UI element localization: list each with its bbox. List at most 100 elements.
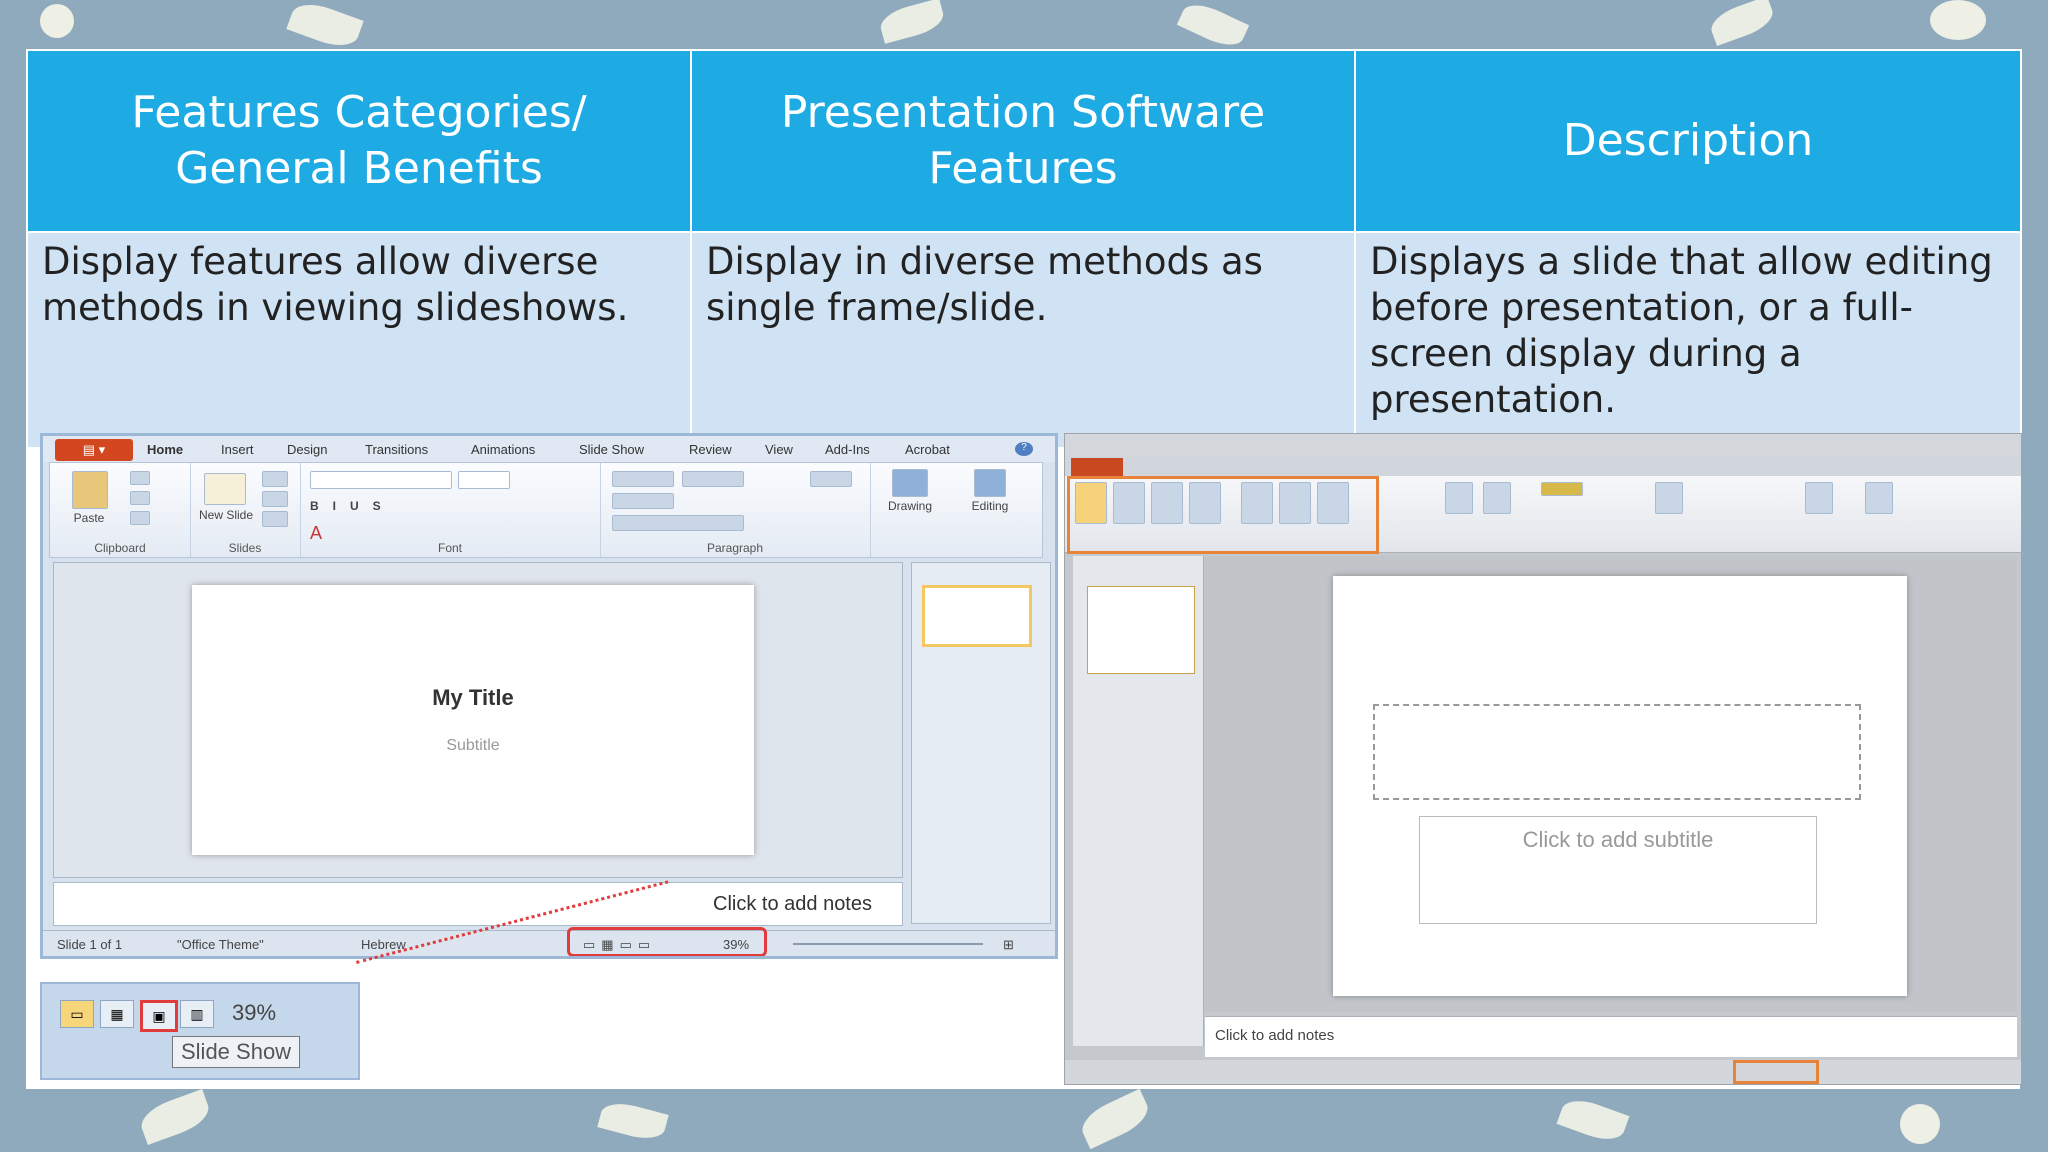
tab-add-ins[interactable]: Add-Ins bbox=[825, 442, 870, 457]
editing-button[interactable]: Editing bbox=[950, 499, 1030, 513]
header-features-categories: Features Categories/ General Benefits bbox=[26, 49, 692, 233]
zoom-level-inset: 39% bbox=[232, 1000, 277, 1025]
ribbon-tab-bar bbox=[1065, 456, 2021, 476]
paragraph-group-label: Paragraph bbox=[706, 541, 764, 555]
copy-icon[interactable] bbox=[130, 491, 150, 505]
table-row: Display features allow diverse methods i… bbox=[26, 231, 2022, 449]
header-software-features: Presentation Software Features bbox=[690, 49, 1356, 233]
paragraph-group: Paragraph bbox=[600, 463, 871, 557]
bullets-icon[interactable] bbox=[612, 471, 674, 487]
drawing-group: Drawing bbox=[870, 463, 950, 557]
numbering-icon[interactable] bbox=[682, 471, 744, 487]
normal-view-icon[interactable]: ▭ bbox=[60, 1000, 94, 1028]
align-icon[interactable] bbox=[612, 515, 744, 531]
slide-canvas[interactable]: My Title Subtitle bbox=[192, 585, 754, 855]
section-icon[interactable] bbox=[262, 511, 288, 527]
slide-editing-area[interactable]: Click to add subtitle bbox=[1205, 556, 2017, 1012]
notes-pane[interactable]: Click to add notes bbox=[53, 882, 903, 926]
background-leaf bbox=[136, 1089, 214, 1145]
tab-slide-show[interactable]: Slide Show bbox=[579, 442, 644, 457]
font-format-buttons[interactable]: BIUS bbox=[310, 499, 510, 513]
header-description: Description bbox=[1354, 49, 2022, 233]
drawing-icon bbox=[892, 469, 928, 497]
font-name-field[interactable] bbox=[310, 471, 452, 489]
tab-transitions[interactable]: Transitions bbox=[365, 442, 428, 457]
switch-windows-icon[interactable] bbox=[1805, 482, 1833, 514]
slide-thumbnail-pane bbox=[1073, 556, 1204, 1046]
macros-icon[interactable] bbox=[1865, 482, 1893, 514]
slide-thumbnail[interactable] bbox=[922, 585, 1032, 647]
tab-home[interactable]: Home bbox=[147, 442, 183, 457]
ribbon: Paste Clipboard New Slide Slides BIUS A … bbox=[49, 462, 1043, 558]
cell-benefit: Display features allow diverse methods i… bbox=[26, 231, 692, 449]
slide-thumbnail-pane bbox=[911, 562, 1051, 924]
subtitle-placeholder-text: Click to add subtitle bbox=[1522, 827, 1714, 852]
format-painter-icon[interactable] bbox=[130, 511, 150, 525]
slide-show-icon[interactable]: ▣ bbox=[140, 1000, 178, 1032]
features-table: Features Categories/ General Benefits Pr… bbox=[26, 49, 2022, 449]
notes-placeholder: Click to add notes bbox=[713, 893, 872, 915]
clipboard-group-label: Clipboard bbox=[94, 541, 146, 555]
view-buttons-zoom-inset: ▭ ▦ ▣ ▥ 39% Slide Show bbox=[40, 982, 360, 1080]
slides-group: New Slide Slides bbox=[190, 463, 301, 557]
slide-title-placeholder[interactable]: My Title bbox=[192, 685, 754, 711]
tab-animations[interactable]: Animations bbox=[471, 442, 535, 457]
font-size-field[interactable] bbox=[458, 471, 510, 489]
powerpoint-screenshot-normal-view: ▤ ▾ Home Insert Design Transitions Anima… bbox=[40, 433, 1058, 959]
font-group-label: Font bbox=[437, 541, 462, 555]
layout-icon[interactable] bbox=[262, 471, 288, 487]
background-leaf bbox=[1176, 0, 1250, 53]
new-slide-button[interactable]: New Slide bbox=[198, 509, 254, 522]
cut-icon[interactable] bbox=[130, 471, 150, 485]
zoom-slider[interactable] bbox=[793, 943, 983, 945]
background-leaf bbox=[1076, 1088, 1154, 1150]
cell-feature: Display in diverse methods as single fra… bbox=[690, 231, 1356, 449]
notes-pane[interactable]: Click to add notes bbox=[1205, 1016, 2017, 1057]
reading-view-icon[interactable]: ▥ bbox=[180, 1000, 214, 1028]
background-dot bbox=[1930, 0, 1986, 40]
slide-editing-area[interactable]: My Title Subtitle bbox=[53, 562, 903, 878]
color-icon[interactable] bbox=[1541, 482, 1583, 496]
tab-view[interactable]: View bbox=[765, 442, 793, 457]
background-leaf bbox=[1556, 1093, 1630, 1147]
powerpoint-screenshot-view-tab: Click to add subtitle Click to add notes bbox=[1064, 433, 2022, 1085]
reset-icon[interactable] bbox=[262, 491, 288, 507]
help-icon[interactable]: ? bbox=[1015, 442, 1033, 456]
tab-acrobat[interactable]: Acrobat bbox=[905, 442, 950, 457]
tab-design[interactable]: Design bbox=[287, 442, 327, 457]
slide-subtitle-placeholder[interactable]: Subtitle bbox=[192, 737, 754, 755]
view-ribbon bbox=[1065, 476, 2021, 554]
slide-thumbnail[interactable] bbox=[1087, 586, 1195, 674]
file-menu-button[interactable]: ▤ ▾ bbox=[55, 439, 133, 461]
fit-slide-icon[interactable]: ⊞ bbox=[1003, 937, 1014, 953]
background-leaf bbox=[597, 1097, 669, 1145]
text-direction-icon[interactable] bbox=[810, 471, 852, 487]
drawing-button[interactable]: Drawing bbox=[870, 499, 950, 513]
tab-review[interactable]: Review bbox=[689, 442, 732, 457]
ribbon-tab-bar: ▤ ▾ Home Insert Design Transitions Anima… bbox=[43, 436, 1055, 462]
background-leaf bbox=[877, 0, 947, 44]
background-leaf bbox=[286, 0, 364, 53]
window-title-bar bbox=[1065, 434, 2021, 456]
slide-sorter-icon[interactable]: ▦ bbox=[100, 1000, 134, 1028]
cell-description: Displays a slide that allow editing befo… bbox=[1354, 231, 2022, 449]
presentation-views-highlight bbox=[1067, 476, 1379, 554]
paste-icon bbox=[72, 471, 108, 509]
background-dot bbox=[1900, 1104, 1940, 1144]
background-leaf bbox=[1706, 0, 1778, 47]
slide-canvas[interactable]: Click to add subtitle bbox=[1333, 576, 1907, 996]
theme-name: "Office Theme" bbox=[177, 937, 264, 952]
status-bar bbox=[1065, 1060, 2021, 1084]
fit-to-window-icon[interactable] bbox=[1483, 482, 1511, 514]
tab-insert[interactable]: Insert bbox=[221, 442, 254, 457]
subtitle-placeholder[interactable]: Click to add subtitle bbox=[1419, 816, 1817, 924]
binoculars-icon bbox=[974, 469, 1006, 497]
view-buttons-highlight bbox=[567, 927, 767, 956]
file-menu-button[interactable] bbox=[1071, 458, 1123, 476]
title-placeholder[interactable] bbox=[1373, 704, 1861, 800]
new-window-icon[interactable] bbox=[1655, 482, 1683, 514]
indent-icon[interactable] bbox=[612, 493, 674, 509]
zoom-icon[interactable] bbox=[1445, 482, 1473, 514]
paste-button[interactable]: Paste bbox=[64, 511, 114, 525]
view-buttons-highlight bbox=[1733, 1060, 1819, 1084]
